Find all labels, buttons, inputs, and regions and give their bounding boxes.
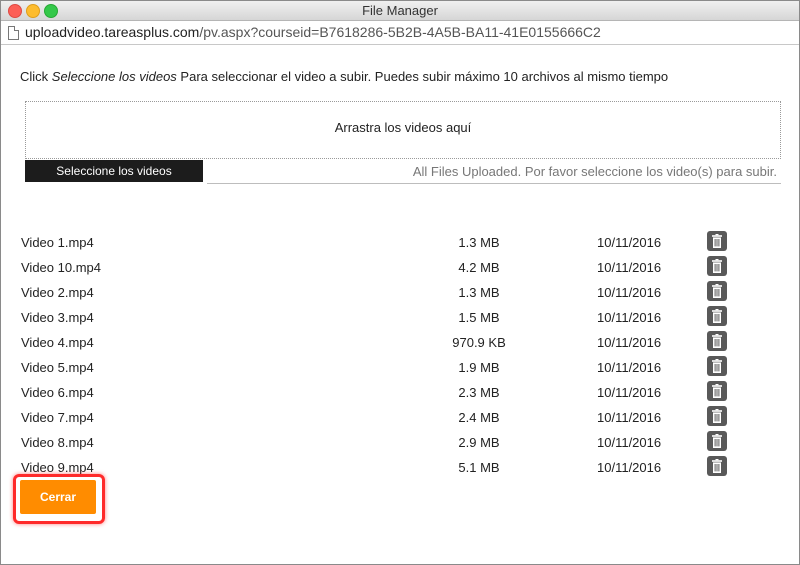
file-row: Video 2.mp4 1.3 MB 10/11/2016 [1, 280, 799, 305]
delete-file-button[interactable] [707, 231, 727, 251]
instructions-emphasis: Seleccione los videos [51, 69, 177, 84]
file-date: 10/11/2016 [597, 410, 662, 425]
file-name: Video 1.mp4 [21, 235, 94, 250]
instructions-suffix: Para seleccionar el video a subir. Puede… [176, 69, 669, 84]
delete-file-button[interactable] [707, 381, 727, 401]
file-date: 10/11/2016 [597, 310, 662, 325]
delete-file-button[interactable] [707, 456, 727, 476]
drop-zone[interactable]: Arrastra los videos aquí [25, 101, 781, 159]
url-text: uploadvideo.tareasplus.com/pv.aspx?cours… [25, 24, 601, 40]
trash-icon [712, 334, 722, 348]
file-date: 10/11/2016 [597, 360, 662, 375]
trash-icon [712, 409, 722, 423]
file-row: Video 4.mp4 970.9 KB 10/11/2016 [1, 330, 799, 355]
file-row: Video 5.mp4 1.9 MB 10/11/2016 [1, 355, 799, 380]
file-size: 4.2 MB [458, 260, 500, 275]
divider [207, 183, 781, 184]
instructions-text: Click Seleccione los videos Para selecci… [20, 69, 668, 84]
file-name: Video 10.mp4 [21, 260, 101, 275]
file-name: Video 5.mp4 [21, 360, 94, 375]
document-icon [8, 26, 19, 40]
drop-zone-label: Arrastra los videos aquí [334, 120, 472, 135]
delete-file-button[interactable] [707, 256, 727, 276]
file-row: Video 7.mp4 2.4 MB 10/11/2016 [1, 405, 799, 430]
file-date: 10/11/2016 [597, 285, 662, 300]
file-row: Video 6.mp4 2.3 MB 10/11/2016 [1, 380, 799, 405]
file-size: 1.5 MB [458, 310, 500, 325]
url-bar: uploadvideo.tareasplus.com/pv.aspx?cours… [1, 21, 799, 45]
file-name: Video 9.mp4 [21, 460, 94, 475]
file-name: Video 7.mp4 [21, 410, 94, 425]
file-name: Video 8.mp4 [21, 435, 94, 450]
title-bar: File Manager [1, 1, 799, 21]
url-path: /pv.aspx?courseid=B7618286-5B2B-4A5B-BA1… [199, 24, 601, 40]
file-name: Video 3.mp4 [21, 310, 94, 325]
delete-file-button[interactable] [707, 356, 727, 376]
file-name: Video 2.mp4 [21, 285, 94, 300]
file-row: Video 3.mp4 1.5 MB 10/11/2016 [1, 305, 799, 330]
select-videos-button[interactable]: Seleccione los videos [25, 160, 203, 182]
trash-icon [712, 309, 722, 323]
file-size: 1.9 MB [458, 360, 500, 375]
file-name: Video 4.mp4 [21, 335, 94, 350]
trash-icon [712, 359, 722, 373]
file-size: 2.3 MB [458, 385, 500, 400]
file-date: 10/11/2016 [597, 260, 662, 275]
file-size: 5.1 MB [458, 460, 500, 475]
file-name: Video 6.mp4 [21, 385, 94, 400]
file-size: 1.3 MB [458, 235, 500, 250]
file-date: 10/11/2016 [597, 385, 662, 400]
instructions-prefix: Click [20, 69, 52, 84]
file-row: Video 10.mp4 4.2 MB 10/11/2016 [1, 255, 799, 280]
trash-icon [712, 384, 722, 398]
delete-file-button[interactable] [707, 281, 727, 301]
file-date: 10/11/2016 [597, 235, 662, 250]
trash-icon [712, 459, 722, 473]
trash-icon [712, 434, 722, 448]
file-size: 2.9 MB [458, 435, 500, 450]
upload-status-text: All Files Uploaded. Por favor seleccione… [412, 164, 777, 179]
file-size: 970.9 KB [452, 335, 506, 350]
window-title: File Manager [362, 3, 438, 18]
delete-file-button[interactable] [707, 331, 727, 351]
file-manager-window: File Manager uploadvideo.tareasplus.com/… [0, 0, 800, 565]
close-button[interactable]: Cerrar [20, 480, 96, 514]
file-size: 1.3 MB [458, 285, 500, 300]
file-date: 10/11/2016 [597, 460, 662, 475]
delete-file-button[interactable] [707, 306, 727, 326]
delete-file-button[interactable] [707, 431, 727, 451]
trash-icon [712, 234, 722, 248]
file-date: 10/11/2016 [597, 435, 662, 450]
file-row: Video 9.mp4 5.1 MB 10/11/2016 [1, 455, 799, 480]
delete-file-button[interactable] [707, 406, 727, 426]
trash-icon [712, 284, 722, 298]
file-size: 2.4 MB [458, 410, 500, 425]
file-row: Video 1.mp4 1.3 MB 10/11/2016 [1, 230, 799, 255]
url-host: uploadvideo.tareasplus.com [25, 24, 200, 40]
file-row: Video 8.mp4 2.9 MB 10/11/2016 [1, 430, 799, 455]
file-list: Video 1.mp4 1.3 MB 10/11/2016 Video 10.mp4 4… [1, 230, 799, 480]
trash-icon [712, 259, 722, 273]
file-date: 10/11/2016 [597, 335, 662, 350]
